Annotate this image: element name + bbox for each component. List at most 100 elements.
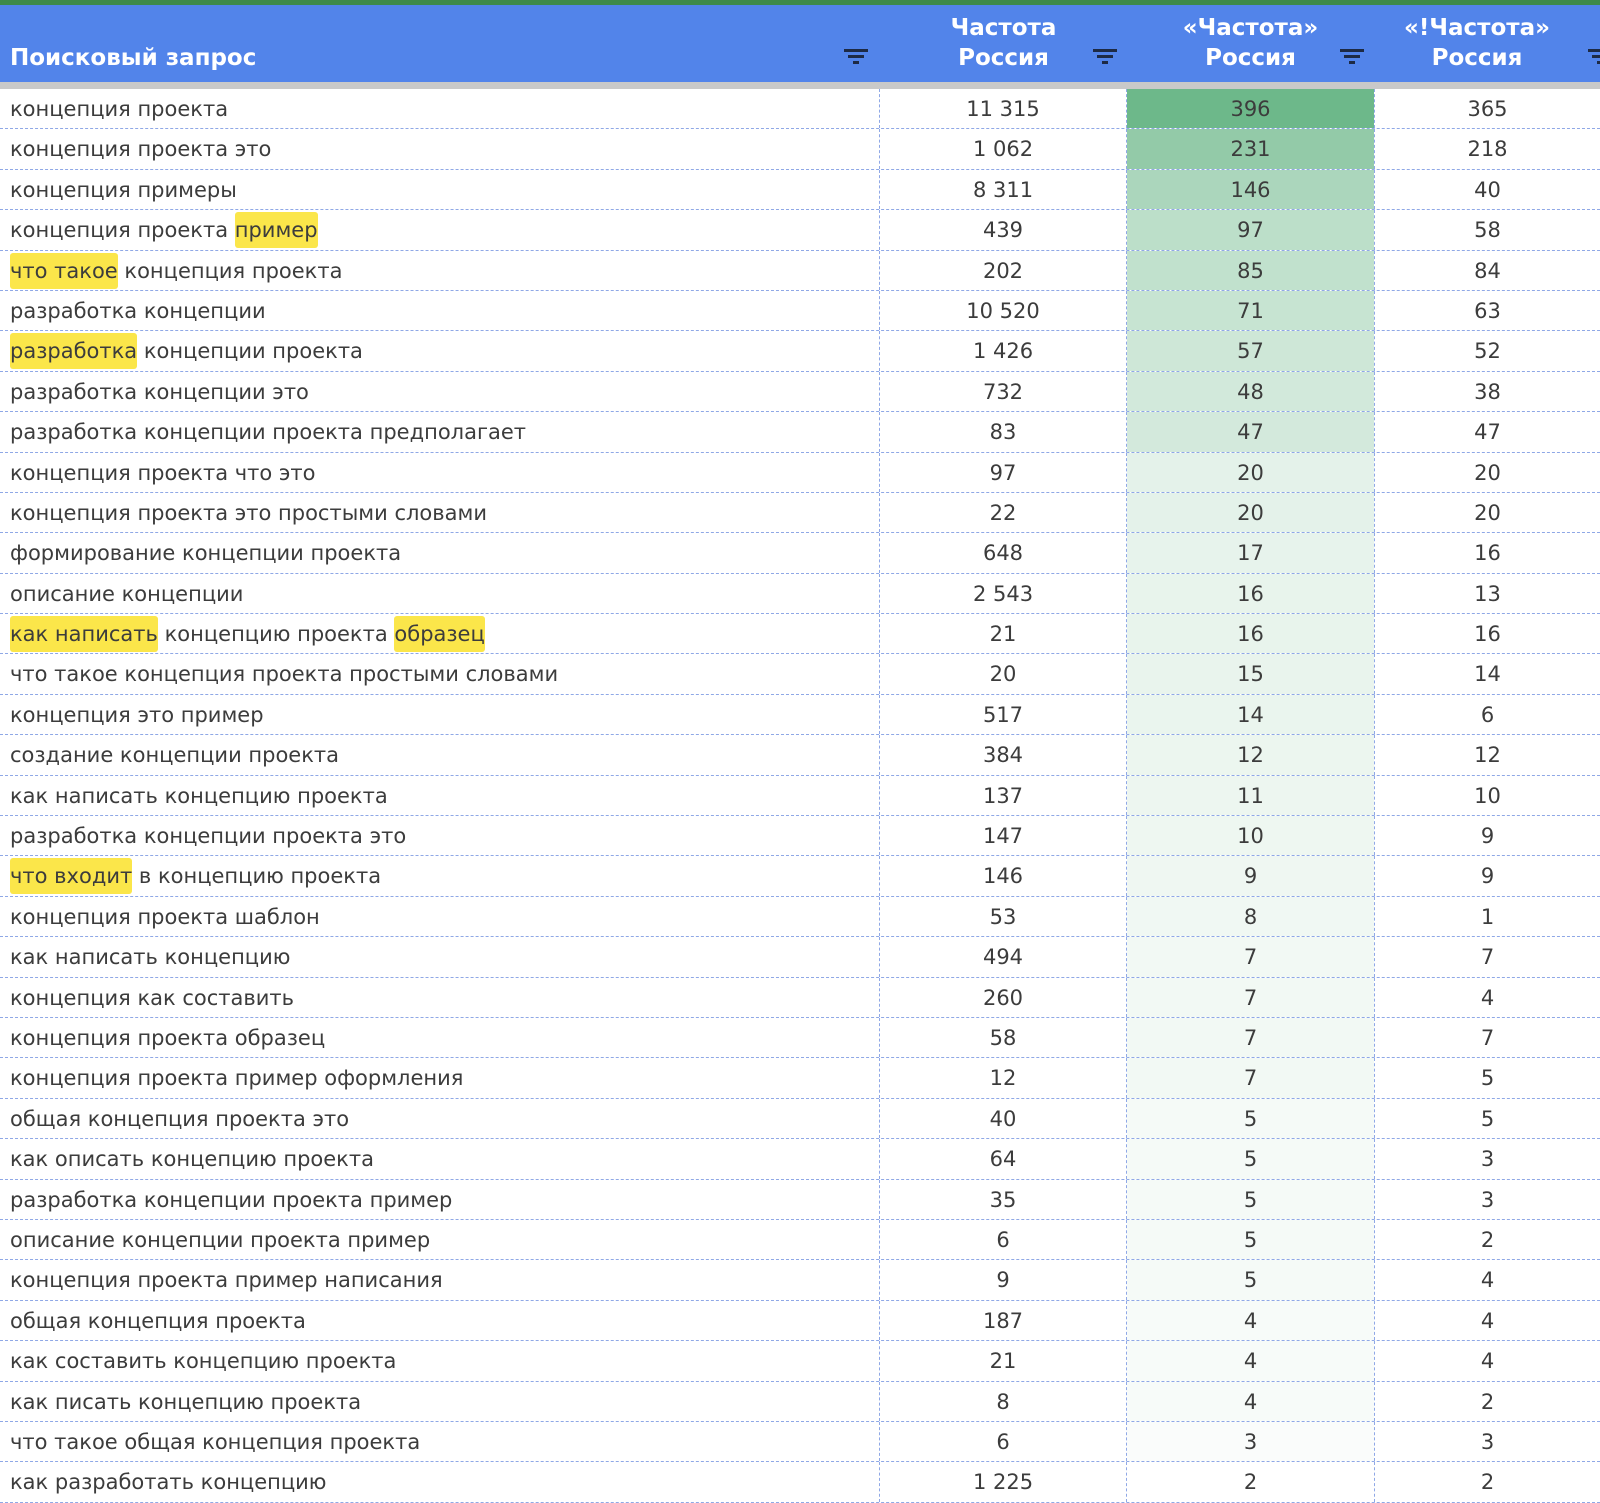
cell-freq[interactable]: 146 bbox=[880, 856, 1127, 896]
filter-icon[interactable] bbox=[844, 49, 868, 65]
cell-query[interactable]: разработка концепции это bbox=[0, 371, 880, 412]
cell-quoted-freq[interactable]: 17 bbox=[1127, 533, 1374, 573]
cell-exact-freq[interactable]: 4 bbox=[1374, 1300, 1600, 1341]
cell-exact-freq[interactable]: 16 bbox=[1374, 614, 1600, 654]
cell-freq[interactable]: 187 bbox=[880, 1300, 1127, 1341]
cell-freq[interactable]: 202 bbox=[880, 250, 1127, 290]
cell-exact-freq[interactable]: 3 bbox=[1374, 1421, 1600, 1462]
cell-freq[interactable]: 53 bbox=[880, 896, 1127, 937]
cell-quoted-freq[interactable]: 48 bbox=[1127, 371, 1374, 412]
cell-quoted-freq[interactable]: 11 bbox=[1127, 775, 1374, 816]
cell-freq[interactable]: 6 bbox=[880, 1219, 1127, 1260]
cell-quoted-freq[interactable]: 231 bbox=[1127, 129, 1374, 169]
cell-freq[interactable]: 1 062 bbox=[880, 129, 1127, 169]
cell-exact-freq[interactable]: 6 bbox=[1374, 694, 1600, 735]
cell-freq[interactable]: 384 bbox=[880, 735, 1127, 775]
cell-query[interactable]: разработка концепции проекта это bbox=[0, 816, 880, 856]
cell-exact-freq[interactable]: 20 bbox=[1374, 452, 1600, 492]
cell-exact-freq[interactable]: 14 bbox=[1374, 654, 1600, 694]
cell-exact-freq[interactable]: 12 bbox=[1374, 735, 1600, 775]
cell-query[interactable]: общая концепция проекта это bbox=[0, 1098, 880, 1139]
cell-freq[interactable]: 147 bbox=[880, 816, 1127, 856]
cell-exact-freq[interactable]: 2 bbox=[1374, 1462, 1600, 1502]
cell-quoted-freq[interactable]: 15 bbox=[1127, 654, 1374, 694]
cell-exact-freq[interactable]: 63 bbox=[1374, 290, 1600, 331]
cell-query[interactable]: разработка концепции проекта bbox=[0, 331, 880, 371]
cell-quoted-freq[interactable]: 7 bbox=[1127, 1017, 1374, 1058]
cell-query[interactable]: как составить концепцию проекта bbox=[0, 1341, 880, 1381]
cell-query[interactable]: концепция проекта пример bbox=[0, 210, 880, 250]
cell-quoted-freq[interactable]: 7 bbox=[1127, 1058, 1374, 1098]
cell-quoted-freq[interactable]: 20 bbox=[1127, 492, 1374, 533]
cell-exact-freq[interactable]: 2 bbox=[1374, 1219, 1600, 1260]
cell-freq[interactable]: 8 311 bbox=[880, 169, 1127, 210]
filter-icon[interactable] bbox=[1340, 49, 1364, 65]
cell-freq[interactable]: 1 426 bbox=[880, 331, 1127, 371]
cell-exact-freq[interactable]: 52 bbox=[1374, 331, 1600, 371]
cell-query[interactable]: создание концепции проекта bbox=[0, 735, 880, 775]
cell-query[interactable]: как описать концепцию проекта bbox=[0, 1139, 880, 1179]
cell-query[interactable]: как написать концепцию проекта bbox=[0, 775, 880, 816]
cell-quoted-freq[interactable]: 2 bbox=[1127, 1462, 1374, 1502]
header-quoted-freq[interactable]: «Частота» Россия bbox=[1127, 5, 1374, 82]
cell-query[interactable]: что такое концепция проекта bbox=[0, 250, 880, 290]
header-query[interactable]: Поисковый запрос bbox=[0, 5, 880, 82]
cell-query[interactable]: как написать концепцию bbox=[0, 937, 880, 977]
cell-query[interactable]: разработка концепции bbox=[0, 290, 880, 331]
cell-query[interactable]: концепция проекта bbox=[0, 89, 880, 129]
cell-freq[interactable]: 40 bbox=[880, 1098, 1127, 1139]
cell-quoted-freq[interactable]: 9 bbox=[1127, 856, 1374, 896]
cell-quoted-freq[interactable]: 5 bbox=[1127, 1098, 1374, 1139]
cell-freq[interactable]: 2 543 bbox=[880, 573, 1127, 614]
cell-quoted-freq[interactable]: 7 bbox=[1127, 937, 1374, 977]
cell-query[interactable]: как написать концепцию проекта образец bbox=[0, 614, 880, 654]
cell-exact-freq[interactable]: 7 bbox=[1374, 1017, 1600, 1058]
cell-freq[interactable]: 58 bbox=[880, 1017, 1127, 1058]
cell-exact-freq[interactable]: 365 bbox=[1374, 89, 1600, 129]
cell-freq[interactable]: 260 bbox=[880, 977, 1127, 1017]
cell-query[interactable]: концепция проекта это простыми словами bbox=[0, 492, 880, 533]
cell-freq[interactable]: 1 225 bbox=[880, 1462, 1127, 1502]
cell-freq[interactable]: 517 bbox=[880, 694, 1127, 735]
cell-quoted-freq[interactable]: 47 bbox=[1127, 412, 1374, 452]
cell-query[interactable]: описание концепции bbox=[0, 573, 880, 614]
cell-query[interactable]: как писать концепцию проекта bbox=[0, 1381, 880, 1421]
cell-exact-freq[interactable]: 16 bbox=[1374, 533, 1600, 573]
cell-exact-freq[interactable]: 4 bbox=[1374, 1260, 1600, 1300]
cell-quoted-freq[interactable]: 8 bbox=[1127, 896, 1374, 937]
cell-freq[interactable]: 6 bbox=[880, 1421, 1127, 1462]
filter-icon[interactable] bbox=[1588, 49, 1600, 65]
cell-query[interactable]: общая концепция проекта bbox=[0, 1300, 880, 1341]
cell-freq[interactable]: 21 bbox=[880, 1341, 1127, 1381]
cell-quoted-freq[interactable]: 5 bbox=[1127, 1139, 1374, 1179]
cell-freq[interactable]: 439 bbox=[880, 210, 1127, 250]
cell-freq[interactable]: 35 bbox=[880, 1179, 1127, 1219]
cell-quoted-freq[interactable]: 16 bbox=[1127, 573, 1374, 614]
cell-query[interactable]: что такое концепция проекта простыми сло… bbox=[0, 654, 880, 694]
cell-query[interactable]: концепция проекта пример оформления bbox=[0, 1058, 880, 1098]
cell-query[interactable]: концепция это пример bbox=[0, 694, 880, 735]
cell-query[interactable]: разработка концепции проекта предполагае… bbox=[0, 412, 880, 452]
cell-query[interactable]: концепция проекта образец bbox=[0, 1017, 880, 1058]
cell-exact-freq[interactable]: 7 bbox=[1374, 937, 1600, 977]
cell-freq[interactable]: 732 bbox=[880, 371, 1127, 412]
cell-query[interactable]: концепция проекта что это bbox=[0, 452, 880, 492]
cell-exact-freq[interactable]: 3 bbox=[1374, 1139, 1600, 1179]
filter-icon[interactable] bbox=[1093, 49, 1117, 65]
cell-quoted-freq[interactable]: 14 bbox=[1127, 694, 1374, 735]
cell-exact-freq[interactable]: 4 bbox=[1374, 977, 1600, 1017]
cell-query[interactable]: описание концепции проекта пример bbox=[0, 1219, 880, 1260]
cell-freq[interactable]: 9 bbox=[880, 1260, 1127, 1300]
cell-exact-freq[interactable]: 218 bbox=[1374, 129, 1600, 169]
cell-freq[interactable]: 8 bbox=[880, 1381, 1127, 1421]
cell-freq[interactable]: 648 bbox=[880, 533, 1127, 573]
cell-quoted-freq[interactable]: 5 bbox=[1127, 1219, 1374, 1260]
cell-query[interactable]: разработка концепции проекта пример bbox=[0, 1179, 880, 1219]
cell-exact-freq[interactable]: 5 bbox=[1374, 1098, 1600, 1139]
cell-exact-freq[interactable]: 10 bbox=[1374, 775, 1600, 816]
cell-freq[interactable]: 137 bbox=[880, 775, 1127, 816]
cell-quoted-freq[interactable]: 71 bbox=[1127, 290, 1374, 331]
cell-exact-freq[interactable]: 47 bbox=[1374, 412, 1600, 452]
cell-quoted-freq[interactable]: 4 bbox=[1127, 1381, 1374, 1421]
cell-quoted-freq[interactable]: 10 bbox=[1127, 816, 1374, 856]
